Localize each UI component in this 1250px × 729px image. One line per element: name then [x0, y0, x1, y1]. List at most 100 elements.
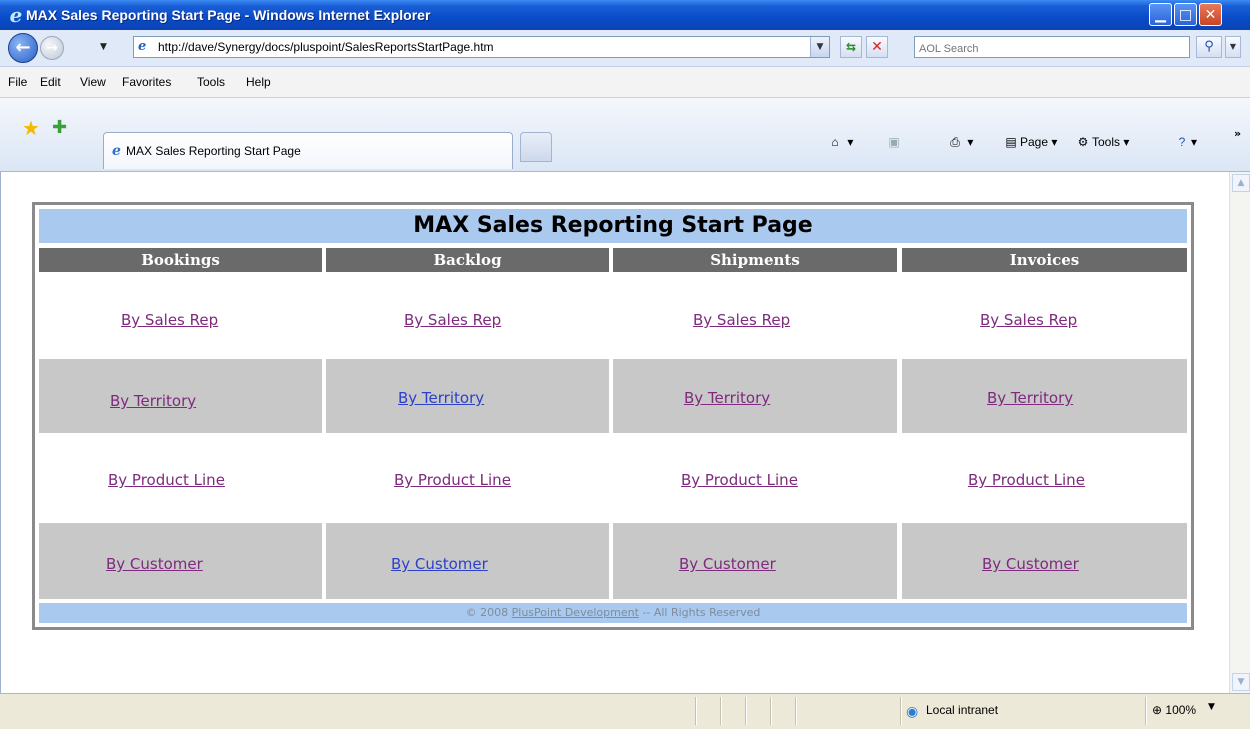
back-button[interactable]: ←	[8, 33, 38, 63]
status-divider	[770, 697, 772, 725]
scroll-down-arrow-icon[interactable]: ▼	[1232, 673, 1250, 691]
table-cell: By Territory	[326, 359, 609, 433]
page-title: MAX Sales Reporting Start Page	[39, 209, 1187, 243]
add-favorites-star-icon[interactable]: ✚	[52, 118, 67, 138]
home-icon[interactable]: ⌂ ▾	[826, 134, 853, 150]
status-divider	[720, 697, 722, 725]
menu-edit[interactable]: Edit	[40, 74, 61, 90]
tools-menu-button[interactable]: ⚙ Tools ▾	[1074, 134, 1130, 150]
link-backlog-by-territory[interactable]: By Territory	[398, 389, 484, 407]
search-options-dropdown-icon[interactable]: ▼	[1225, 36, 1241, 58]
link-shipments-by-sales-rep[interactable]: By Sales Rep	[693, 311, 790, 329]
zoom-level[interactable]: ⊕ 100%	[1152, 702, 1196, 718]
link-invoices-by-territory[interactable]: By Territory	[987, 389, 1073, 407]
menu-bar: File Edit View Favorites Tools Help	[0, 67, 1250, 98]
tab-label: MAX Sales Reporting Start Page	[126, 144, 301, 158]
address-url[interactable]: http://dave/Synergy/docs/pluspoint/Sales…	[158, 40, 494, 55]
link-invoices-by-sales-rep[interactable]: By Sales Rep	[980, 311, 1077, 329]
scroll-up-arrow-icon[interactable]: ▲	[1232, 174, 1250, 192]
link-invoices-by-customer[interactable]: By Customer	[982, 555, 1079, 573]
security-zone[interactable]: ◉ Local intranet	[906, 702, 998, 719]
link-bookings-by-sales-rep[interactable]: By Sales Rep	[121, 311, 218, 329]
new-tab-button[interactable]	[520, 132, 552, 162]
column-header-shipments: Shipments	[613, 248, 897, 272]
tab-command-bar: ★ ✚ e MAX Sales Reporting Start Page ⌂ ▾…	[0, 98, 1250, 172]
minimize-button[interactable]: ▁	[1149, 3, 1172, 26]
footer-copyright: © 2008	[465, 606, 512, 619]
link-shipments-by-territory[interactable]: By Territory	[684, 389, 770, 407]
maximize-button[interactable]: □	[1174, 3, 1197, 26]
column-header-backlog: Backlog	[326, 248, 609, 272]
menu-favorites[interactable]: Favorites	[122, 74, 171, 90]
ie-logo-icon: e	[9, 3, 23, 27]
magnifier-icon: ⊕	[1152, 703, 1163, 717]
tab-ie-icon: e	[112, 143, 121, 159]
page-menu-button[interactable]: ▤ Page ▾	[1002, 134, 1057, 150]
link-backlog-by-sales-rep[interactable]: By Sales Rep	[404, 311, 501, 329]
feeds-icon[interactable]: ▣	[885, 134, 903, 150]
status-divider	[745, 697, 747, 725]
table-cell: By Sales Rep	[39, 275, 322, 350]
table-cell: By Customer	[902, 523, 1187, 599]
gear-icon: ⚙	[1077, 135, 1089, 149]
link-shipments-by-customer[interactable]: By Customer	[679, 555, 776, 573]
link-backlog-by-customer[interactable]: By Customer	[391, 555, 488, 573]
table-cell: By Product Line	[326, 441, 609, 517]
table-cell: By Sales Rep	[613, 275, 897, 350]
favorites-center-star-icon[interactable]: ★	[22, 118, 40, 138]
menu-help[interactable]: Help	[246, 74, 271, 90]
table-cell: By Customer	[613, 523, 897, 599]
page-icon: e	[138, 39, 147, 54]
page-footer: © 2008 PlusPoint Development -- All Righ…	[39, 603, 1187, 623]
table-cell: By Sales Rep	[326, 275, 609, 350]
status-bar: ◉ Local intranet ⊕ 100% ▼	[0, 693, 1250, 729]
link-bookings-by-customer[interactable]: By Customer	[106, 555, 203, 573]
link-backlog-by-product-line[interactable]: By Product Line	[394, 471, 511, 489]
link-shipments-by-product-line[interactable]: By Product Line	[681, 471, 798, 489]
status-divider	[695, 697, 697, 725]
print-icon[interactable]: ⎙ ▾	[946, 134, 973, 150]
page-icon: ▤	[1005, 135, 1017, 149]
table-cell: By Territory	[39, 359, 322, 433]
toolbar-overflow-chevron-icon[interactable]: »	[1234, 128, 1241, 140]
status-divider	[795, 697, 797, 725]
table-cell: By Product Line	[902, 441, 1187, 517]
tab-current[interactable]: e MAX Sales Reporting Start Page	[103, 132, 513, 169]
menu-file[interactable]: File	[8, 74, 27, 90]
forward-button[interactable]: →	[40, 36, 64, 60]
intranet-globe-icon: ◉	[906, 702, 919, 719]
close-button[interactable]: ✕	[1199, 3, 1222, 26]
stop-button[interactable]: ✕	[866, 36, 888, 58]
table-cell: By Customer	[39, 523, 322, 599]
footer-rights: -- All Rights Reserved	[638, 606, 761, 619]
link-bookings-by-territory[interactable]: By Territory	[110, 392, 196, 410]
help-icon[interactable]: ? ▾	[1173, 134, 1197, 150]
table-cell: By Territory	[902, 359, 1187, 433]
recent-pages-dropdown-icon[interactable]: ▼	[100, 42, 107, 52]
footer-company-link[interactable]: PlusPoint Development	[512, 606, 639, 619]
table-cell: By Customer	[326, 523, 609, 599]
column-header-invoices: Invoices	[902, 248, 1187, 272]
search-field[interactable]	[914, 36, 1190, 58]
search-input[interactable]	[919, 40, 1179, 58]
vertical-scrollbar[interactable]: ▲ ▼	[1229, 172, 1250, 693]
status-divider	[1145, 697, 1147, 725]
link-bookings-by-product-line[interactable]: By Product Line	[108, 471, 225, 489]
address-dropdown-icon[interactable]: ▼	[810, 37, 829, 57]
column-header-bookings: Bookings	[39, 248, 322, 272]
report-table: MAX Sales Reporting Start Page Bookings …	[32, 202, 1194, 630]
table-cell: By Product Line	[613, 441, 897, 517]
search-icon[interactable]: ⚲	[1196, 36, 1222, 58]
menu-tools[interactable]: Tools	[197, 74, 225, 90]
menu-view[interactable]: View	[80, 74, 106, 90]
refresh-button[interactable]: ⇆	[840, 36, 862, 58]
address-field[interactable]: e http://dave/Synergy/docs/pluspoint/Sal…	[133, 36, 830, 58]
table-cell: By Sales Rep	[902, 275, 1187, 350]
zoom-dropdown-icon[interactable]: ▼	[1208, 702, 1215, 712]
status-divider	[900, 697, 902, 725]
page-viewport: MAX Sales Reporting Start Page Bookings …	[0, 172, 1229, 693]
window-title: MAX Sales Reporting Start Page - Windows…	[26, 7, 431, 23]
browser-window: e MAX Sales Reporting Start Page - Windo…	[0, 0, 1250, 729]
link-invoices-by-product-line[interactable]: By Product Line	[968, 471, 1085, 489]
title-bar: e MAX Sales Reporting Start Page - Windo…	[0, 0, 1250, 30]
